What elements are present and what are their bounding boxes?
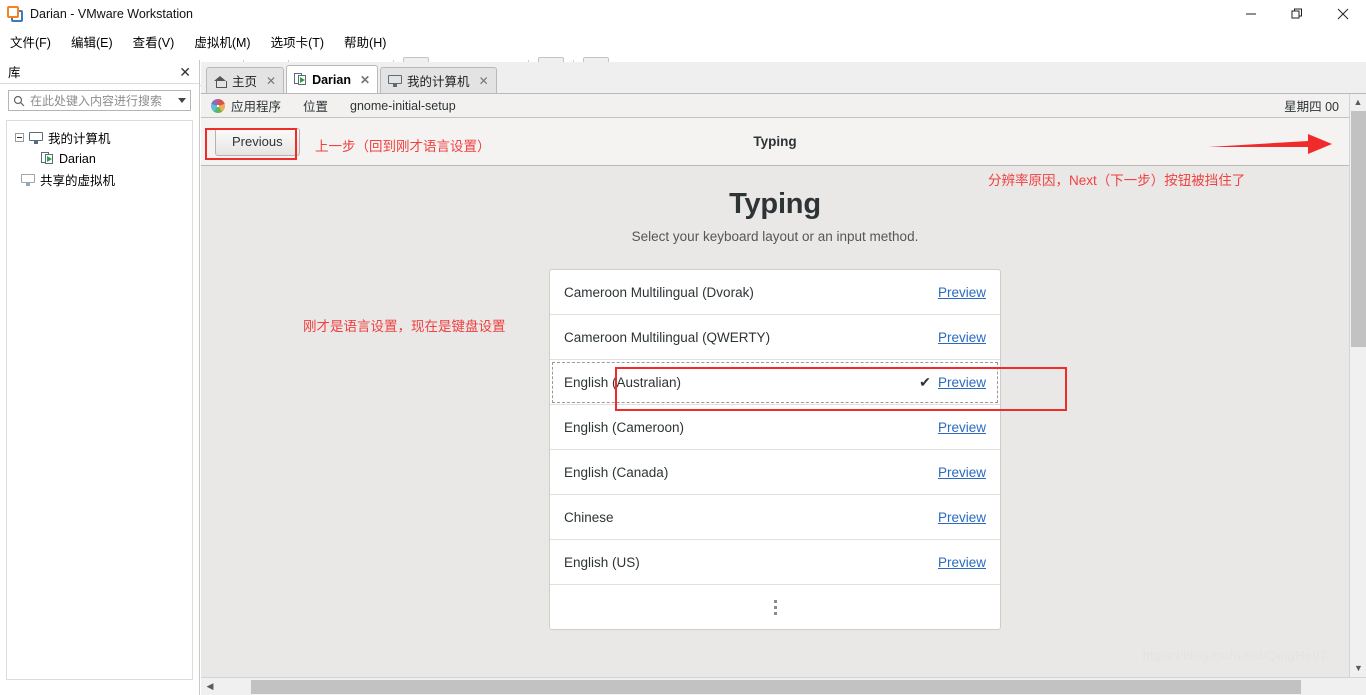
show-more-layouts-button[interactable] (550, 585, 1000, 629)
scroll-up-icon[interactable]: ▲ (1350, 94, 1366, 111)
library-tree: 我的计算机 Darian 共享的虚拟机 (6, 120, 193, 680)
menu-help[interactable]: 帮助(H) (334, 29, 396, 54)
horizontal-scroll-thumb[interactable] (251, 680, 1301, 694)
library-header: 库 ✕ (0, 60, 199, 84)
tab-darian[interactable]: Darian ✕ (286, 65, 379, 93)
layout-name: Cameroon Multilingual (Dvorak) (564, 284, 754, 300)
layout-name: Chinese (564, 509, 614, 525)
tab-strip: 主页 ✕ Darian ✕ 我的计算机 ✕ (201, 62, 1366, 94)
menu-vm[interactable]: 虚拟机(M) (184, 29, 260, 54)
search-placeholder: 在此处键入内容进行搜索 (30, 94, 163, 108)
vmware-logo-icon (7, 6, 23, 22)
layout-name: English (US) (564, 554, 640, 570)
tab-label: 我的计算机 (407, 75, 470, 89)
minimize-icon[interactable] (1228, 0, 1274, 28)
close-icon[interactable]: ✕ (266, 74, 276, 88)
gnome-foot-icon (211, 98, 225, 113)
search-input[interactable]: 在此处键入内容进行搜索 (8, 90, 191, 111)
gnome-top-panel: 应用程序 位置 gnome-initial-setup 星期四 00 (201, 94, 1349, 118)
list-item[interactable]: Cameroon Multilingual (QWERTY) Preview (550, 315, 1000, 360)
list-item[interactable]: Chinese Preview (550, 495, 1000, 540)
tree-item-my-computer[interactable]: 我的计算机 (11, 127, 188, 148)
page-subtitle: Select your keyboard layout or an input … (631, 229, 919, 244)
guest-horizontal-scrollbar[interactable]: ◀ (201, 677, 1366, 695)
gnome-applications-menu[interactable]: 应用程序 (211, 96, 281, 115)
collapse-expander-icon[interactable] (15, 133, 24, 142)
gnome-places-menu[interactable]: 位置 (303, 96, 328, 115)
arrow-right-icon (1208, 134, 1332, 154)
monitor-icon (388, 74, 403, 87)
keyboard-layout-list: Cameroon Multilingual (Dvorak) Preview C… (549, 269, 1001, 630)
tree-item-label: Darian (59, 151, 96, 166)
menu-bar: 文件(F) 编辑(E) 查看(V) 虚拟机(M) 选项卡(T) 帮助(H) (0, 28, 1366, 54)
preview-link[interactable]: Preview (938, 375, 986, 390)
tab-label: Darian (312, 72, 351, 87)
preview-link[interactable]: Preview (938, 555, 986, 570)
guest-vertical-scrollbar[interactable]: ▲ ▼ (1349, 94, 1366, 677)
tab-home[interactable]: 主页 ✕ (206, 67, 285, 93)
close-icon[interactable]: ✕ (360, 73, 370, 87)
tab-my-computer[interactable]: 我的计算机 ✕ (380, 67, 497, 93)
watermark: https://blog.csdn.net/QingHe97 (1142, 648, 1327, 663)
chevron-down-icon[interactable] (178, 98, 186, 103)
check-icon: ✔ (919, 373, 931, 390)
more-vertical-icon (773, 599, 777, 615)
menu-view[interactable]: 查看(V) (123, 29, 185, 54)
menu-tabs[interactable]: 选项卡(T) (261, 29, 334, 54)
gnome-clock[interactable]: 星期四 00 (1284, 96, 1339, 115)
tree-item-label: 我的计算机 (48, 132, 111, 146)
scroll-left-icon[interactable]: ◀ (201, 678, 219, 695)
list-item[interactable]: English (Canada) Preview (550, 450, 1000, 495)
close-icon[interactable] (1320, 0, 1366, 28)
window-title: Darian - VMware Workstation (30, 7, 194, 21)
shared-vm-icon (21, 173, 35, 186)
previous-annotation-text: 上一步（回到刚才语言设置） (315, 139, 491, 154)
tab-label: 主页 (232, 75, 258, 89)
applications-label: 应用程序 (231, 100, 282, 114)
virtual-machine-running-icon (41, 152, 54, 165)
window-controls (1228, 0, 1366, 28)
menu-edit[interactable]: 编辑(E) (61, 29, 123, 54)
preview-link[interactable]: Preview (938, 330, 986, 345)
list-annotation-text: 刚才是语言设置，现在是键盘设置 (303, 319, 506, 334)
list-item[interactable]: English (Cameroon) Preview (550, 405, 1000, 450)
tree-item-darian[interactable]: Darian (11, 148, 188, 169)
tree-item-shared-vms[interactable]: 共享的虚拟机 (11, 169, 188, 190)
vertical-scroll-thumb[interactable] (1351, 111, 1366, 347)
monitor-icon (29, 131, 43, 144)
library-sidebar: 库 ✕ 在此处键入内容进行搜索 我的计算机 Darian 共享的虚拟机 (0, 60, 200, 695)
virtual-machine-running-icon (294, 73, 307, 86)
close-icon[interactable]: ✕ (177, 65, 193, 79)
close-icon[interactable]: ✕ (479, 74, 489, 88)
preview-link[interactable]: Preview (938, 465, 986, 480)
layout-name: English (Australian) (564, 374, 682, 390)
gnome-window-title[interactable]: gnome-initial-setup (350, 99, 456, 113)
layout-name: English (Cameroon) (564, 419, 685, 435)
home-icon (214, 75, 227, 88)
layout-name: English (Canada) (564, 464, 669, 480)
setup-body: Typing Select your keyboard layout or an… (201, 166, 1349, 675)
search-icon (13, 95, 25, 106)
tree-item-label: 共享的虚拟机 (40, 174, 116, 188)
scroll-down-icon[interactable]: ▼ (1350, 660, 1366, 677)
title-bar: Darian - VMware Workstation (0, 0, 1366, 28)
restore-icon[interactable] (1274, 0, 1320, 28)
list-item[interactable]: English (US) Preview (550, 540, 1000, 585)
vmware-workstation-window: Darian - VMware Workstation 文件(F) 编辑(E) (0, 0, 1366, 695)
menu-file[interactable]: 文件(F) (0, 29, 61, 54)
list-item[interactable]: Cameroon Multilingual (Dvorak) Preview (550, 270, 1000, 315)
next-annotation-text: 分辨率原因，Next（下一步）按钮被挡住了 (988, 173, 1246, 188)
preview-link[interactable]: Preview (938, 510, 986, 525)
list-item-selected[interactable]: English (Australian) ✔ Preview (550, 360, 1000, 405)
preview-link[interactable]: Preview (938, 420, 986, 435)
preview-link[interactable]: Preview (938, 285, 986, 300)
layout-name: Cameroon Multilingual (QWERTY) (564, 329, 771, 345)
library-title: 库 (8, 66, 21, 80)
